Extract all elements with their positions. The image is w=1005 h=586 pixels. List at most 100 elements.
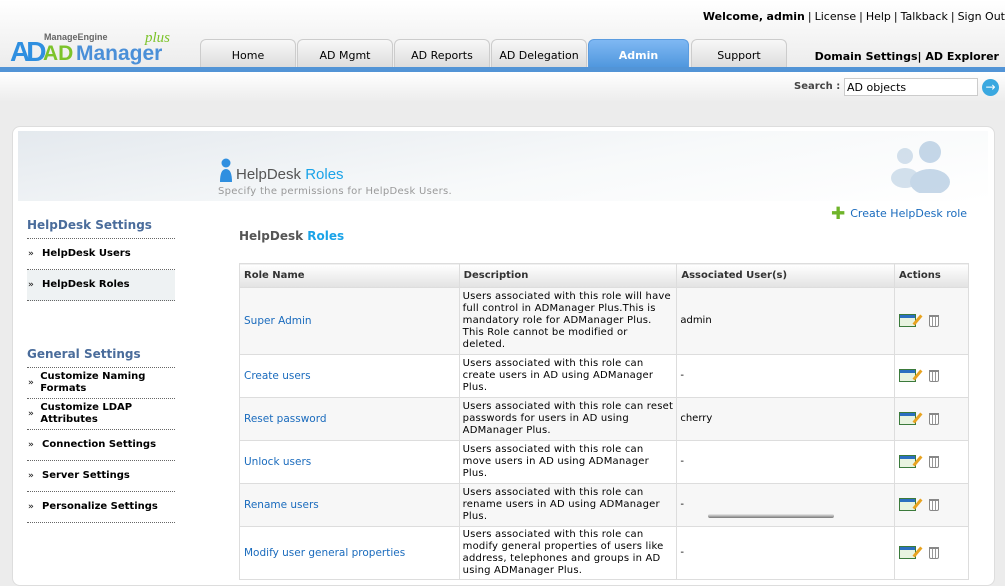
logo[interactable]: ManageEngine AD AD Manager plus [10, 30, 180, 67]
role-actions [894, 440, 969, 484]
sidebar-item-label: Connection Settings [42, 439, 157, 450]
logo-plus: plus [145, 30, 171, 46]
sidebar-item-server-settings[interactable]: » Server Settings [27, 461, 175, 492]
search-label: Search : [794, 81, 841, 92]
col-description: Description [458, 263, 678, 288]
sidebar-item-label: Personalize Settings [42, 501, 158, 512]
logo-ad: AD [43, 42, 74, 65]
role-users: - [676, 483, 896, 527]
chevron-right-icon: » [28, 440, 34, 450]
role-name-link[interactable]: Rename users [239, 483, 460, 527]
role-description: Users associated with this role can move… [458, 440, 678, 484]
col-actions: Actions [894, 263, 969, 288]
chevron-right-icon: » [28, 378, 34, 388]
role-description: Users associated with this role will hav… [458, 287, 678, 355]
sidebar-item-label: HelpDesk Roles [42, 279, 130, 290]
right-links: Domain Settings| AD Explorer [814, 50, 999, 63]
ad-explorer-link[interactable]: AD Explorer [925, 50, 999, 63]
roles-table: Role Name Description Associated User(s)… [239, 263, 969, 580]
role-users: - [676, 354, 896, 398]
role-name-link[interactable]: Create users [239, 354, 460, 398]
col-associated-users: Associated User(s) [676, 263, 896, 288]
help-link[interactable]: Help [866, 10, 891, 23]
role-name-link[interactable]: Unlock users [239, 440, 460, 484]
sidebar-item-label: Customize LDAP Attributes [40, 402, 133, 425]
edit-icon[interactable] [899, 455, 917, 469]
search-input[interactable] [844, 78, 978, 96]
search-go-icon[interactable]: → [982, 79, 999, 96]
chevron-right-icon: » [28, 502, 34, 512]
talkback-link[interactable]: Talkback [901, 10, 948, 23]
welcome-label: Welcome, [702, 10, 764, 23]
role-name-link[interactable]: Modify user general properties [239, 526, 460, 580]
role-users: - [676, 526, 896, 580]
sidebar-item-label: Server Settings [42, 470, 130, 481]
chevron-right-icon: » [28, 409, 34, 419]
top-links: Welcome, admin | License | Help | Talkback | Sig… [702, 10, 1005, 23]
sign-out-link[interactable]: Sign Out [958, 10, 1005, 23]
section-heading: HelpDesk Roles [239, 229, 344, 243]
table-row: Reset password Users associated with thi… [239, 397, 969, 441]
section-heading-b: Roles [303, 229, 345, 243]
role-actions [894, 287, 969, 355]
sidebar-item-helpdesk-roles[interactable]: » HelpDesk Roles [27, 270, 175, 301]
sidebar-item-naming-formats[interactable]: » Customize Naming Formats [27, 368, 175, 399]
table-row: Unlock users Users associated with this … [239, 440, 969, 484]
delete-icon[interactable] [929, 412, 940, 425]
edit-icon[interactable] [899, 369, 917, 383]
cursor-artifact [708, 514, 834, 518]
page-title-a: HelpDesk [236, 166, 302, 183]
sidebar-item-label: HelpDesk Users [42, 248, 131, 259]
role-actions [894, 526, 969, 580]
delete-icon[interactable] [929, 369, 940, 382]
sidebar-helpdesk: HelpDesk Settings » HelpDesk Users » HelpD… [27, 218, 175, 301]
license-link[interactable]: License [815, 10, 856, 23]
table-row: Super Admin Users associated with this r… [239, 287, 969, 355]
tab-ad-mgmt[interactable]: AD Mgmt [297, 39, 393, 67]
table-row: Rename users Users associated with this … [239, 483, 969, 527]
sidebar-item-ldap-attributes[interactable]: » Customize LDAP Attributes [27, 399, 175, 430]
sidebar-heading-general: General Settings [27, 347, 175, 368]
delete-icon[interactable] [929, 546, 940, 559]
role-description: Users associated with this role can modi… [458, 526, 678, 580]
logo-vendor: ManageEngine [44, 32, 108, 42]
role-users: cherry [676, 397, 896, 441]
role-name-link[interactable]: Reset password [239, 397, 460, 441]
delete-icon[interactable] [929, 314, 940, 327]
sidebar-item-connection-settings[interactable]: » Connection Settings [27, 430, 175, 461]
domain-settings-link[interactable]: Domain Settings [815, 50, 918, 63]
delete-icon[interactable] [929, 498, 940, 511]
sidebar-item-personalize-settings[interactable]: » Personalize Settings [27, 492, 175, 523]
create-helpdesk-role-link[interactable]: ✚ Create HelpDesk role [831, 203, 967, 224]
sidebar-heading-helpdesk: HelpDesk Settings [27, 218, 175, 239]
edit-icon[interactable] [899, 412, 917, 426]
users-decoration-icon [891, 141, 950, 193]
sidebar-item-helpdesk-users[interactable]: » HelpDesk Users [27, 239, 175, 270]
chevron-right-icon: » [28, 471, 34, 481]
delete-icon[interactable] [929, 455, 940, 468]
edit-icon[interactable] [899, 546, 917, 560]
tab-home[interactable]: Home [200, 39, 296, 67]
role-users: - [676, 440, 896, 484]
col-role-name[interactable]: Role Name [239, 263, 460, 288]
role-description: Users associated with this role can rese… [458, 397, 678, 441]
tab-admin[interactable]: Admin [588, 39, 689, 69]
tab-ad-delegation[interactable]: AD Delegation [491, 39, 587, 67]
role-users: admin [676, 287, 896, 355]
page-title: HelpDesk Roles [236, 166, 344, 183]
tab-support[interactable]: Support [691, 39, 787, 67]
table-row: Create users Users associated with this … [239, 354, 969, 398]
tab-ad-reports[interactable]: AD Reports [394, 39, 490, 67]
table-row: Modify user general properties Users ass… [239, 526, 969, 580]
page-subtitle: Specify the permissions for HelpDesk Use… [218, 186, 452, 197]
role-name-link[interactable]: Super Admin [239, 287, 460, 355]
sidebar-general: General Settings » Customize Naming Forma… [27, 347, 175, 523]
welcome-user: admin [766, 10, 805, 23]
edit-icon[interactable] [899, 314, 917, 328]
edit-icon[interactable] [899, 498, 917, 512]
role-description: Users associated with this role can rena… [458, 483, 678, 527]
page-title-b: Roles [301, 166, 344, 183]
role-actions [894, 397, 969, 441]
plus-icon: ✚ [831, 203, 846, 224]
section-heading-a: HelpDesk [239, 229, 304, 243]
